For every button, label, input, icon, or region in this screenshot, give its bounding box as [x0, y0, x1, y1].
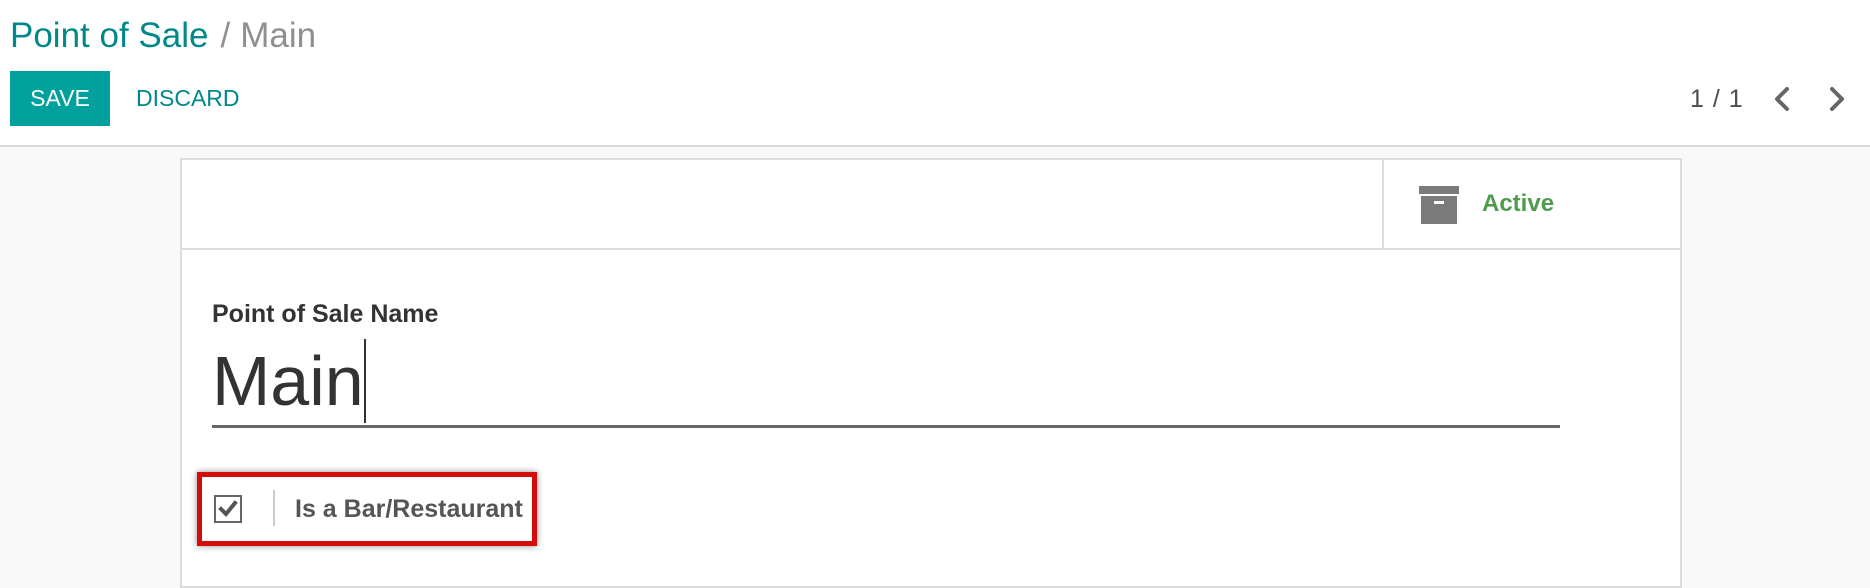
- pos-name-value: Main: [212, 342, 364, 420]
- text-caret: [363, 339, 366, 423]
- is-restaurant-label[interactable]: Is a Bar/Restaurant: [295, 493, 523, 525]
- breadcrumb-parent-link[interactable]: Point of Sale: [10, 16, 208, 55]
- control-panel: Point of Sale / Main SAVE DISCARD 1 / 1: [0, 0, 1870, 147]
- pos-name-label: Point of Sale Name: [212, 300, 439, 328]
- is-restaurant-checkbox[interactable]: [214, 495, 242, 523]
- discard-button[interactable]: DISCARD: [136, 71, 240, 126]
- save-button[interactable]: SAVE: [10, 71, 110, 126]
- pager-previous-button[interactable]: [1765, 80, 1801, 118]
- breadcrumb-separator: /: [220, 16, 231, 55]
- pos-name-input[interactable]: Main: [212, 335, 1560, 428]
- checkbox-divider: [273, 490, 275, 526]
- active-label: Active: [1482, 190, 1555, 217]
- pager-next-button[interactable]: [1818, 80, 1854, 118]
- chevron-right-icon: [1830, 87, 1844, 111]
- checkmark-icon: [218, 500, 238, 517]
- breadcrumb: Point of Sale / Main: [10, 14, 316, 58]
- button-box: Active: [182, 160, 1680, 250]
- archive-icon: [1419, 186, 1459, 224]
- chevron-left-icon: [1775, 87, 1789, 111]
- pager-value[interactable]: 1 / 1: [1690, 80, 1744, 118]
- breadcrumb-current: Main: [240, 16, 317, 55]
- active-toggle-button[interactable]: Active: [1382, 160, 1682, 248]
